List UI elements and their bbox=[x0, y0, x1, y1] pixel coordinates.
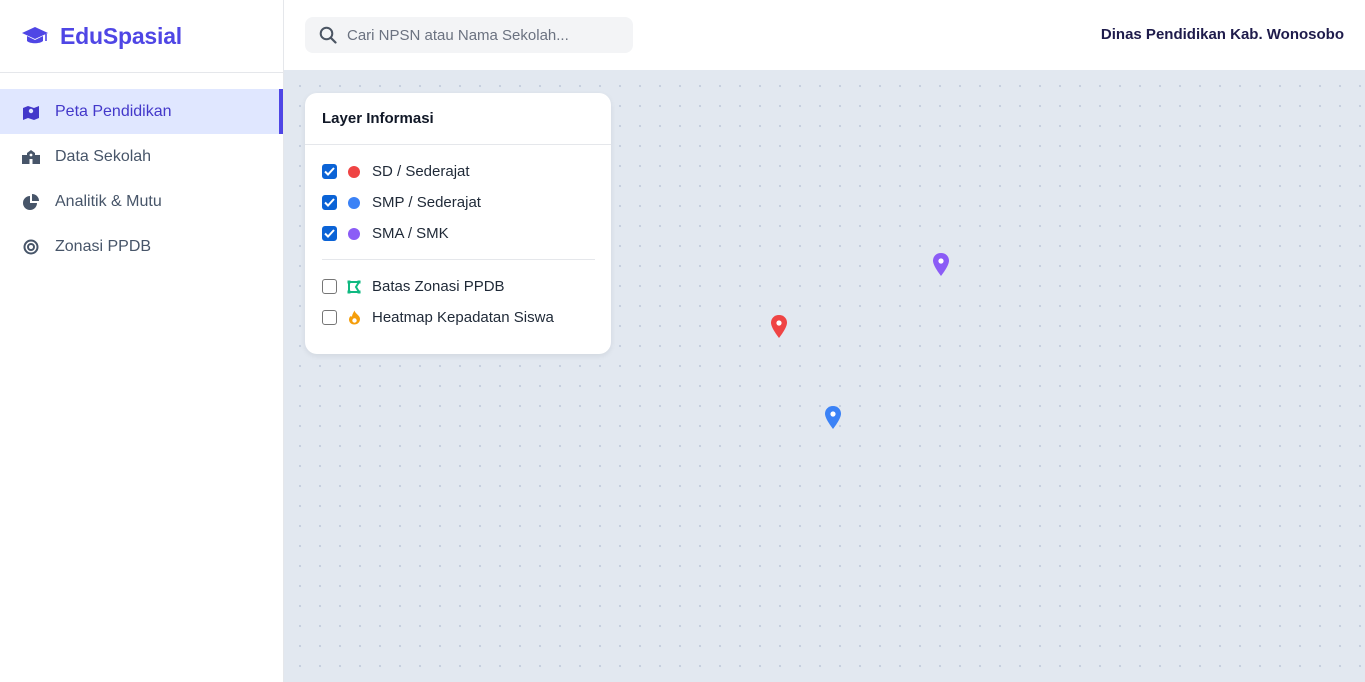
sidebar-item-analitik-mutu[interactable]: Analitik & Mutu bbox=[0, 179, 283, 224]
layer-checkbox-sma-smk[interactable] bbox=[322, 226, 337, 241]
search-box[interactable] bbox=[305, 17, 633, 53]
layer-checkbox-sd[interactable] bbox=[322, 164, 337, 179]
layer-checkbox-batas-zonasi[interactable] bbox=[322, 279, 337, 294]
layer-label: SMP / Sederajat bbox=[372, 194, 481, 211]
sidebar-item-label: Analitik & Mutu bbox=[55, 192, 162, 210]
top-bar: Dinas Pendidikan Kab. Wonosobo bbox=[284, 0, 1365, 70]
fire-icon bbox=[347, 310, 361, 325]
sidebar-item-peta-pendidikan[interactable]: Peta Pendidikan bbox=[0, 89, 283, 134]
organization-name: Dinas Pendidikan Kab. Wonosobo bbox=[1100, 26, 1344, 43]
layer-label: Batas Zonasi PPDB bbox=[372, 278, 505, 295]
layer-item-sd[interactable]: SD / Sederajat bbox=[322, 156, 611, 187]
map-icon bbox=[21, 102, 41, 122]
school-layer-list: SD / Sederajat SMP / Sederajat SMA / SMK… bbox=[305, 145, 611, 333]
map-marker-sma-smk[interactable] bbox=[932, 253, 950, 277]
layer-item-batas-zonasi[interactable]: Batas Zonasi PPDB bbox=[322, 271, 611, 302]
layer-label: SMA / SMK bbox=[372, 225, 449, 242]
graduation-cap-icon bbox=[21, 25, 51, 47]
search-icon bbox=[319, 26, 337, 44]
layer-item-smp[interactable]: SMP / Sederajat bbox=[322, 187, 611, 218]
layer-checkbox-heatmap[interactable] bbox=[322, 310, 337, 325]
map-marker-sd[interactable] bbox=[770, 315, 788, 339]
layer-label: SD / Sederajat bbox=[372, 163, 470, 180]
sidebar-item-label: Peta Pendidikan bbox=[55, 102, 172, 120]
sidebar-item-zonasi-ppdb[interactable]: Zonasi PPDB bbox=[0, 224, 283, 269]
target-icon bbox=[21, 237, 41, 257]
sidebar-nav: Peta Pendidikan Data Sekolah Analitik & … bbox=[0, 89, 283, 269]
smp-color-dot bbox=[348, 196, 360, 209]
brand[interactable]: EduSpasial bbox=[0, 0, 283, 73]
layer-panel: Layer Informasi SD / Sederajat SMP / Sed… bbox=[305, 93, 611, 354]
layer-item-heatmap[interactable]: Heatmap Kepadatan Siswa bbox=[322, 302, 611, 333]
app-name: EduSpasial bbox=[60, 22, 182, 49]
layer-checkbox-smp[interactable] bbox=[322, 195, 337, 210]
sd-color-dot bbox=[348, 165, 360, 178]
sidebar-item-label: Zonasi PPDB bbox=[55, 237, 152, 255]
sidebar: EduSpasial Peta Pendidikan Data Sekolah … bbox=[0, 0, 284, 682]
layer-panel-title: Layer Informasi bbox=[305, 93, 611, 145]
sidebar-item-label: Data Sekolah bbox=[55, 147, 152, 165]
sidebar-item-data-sekolah[interactable]: Data Sekolah bbox=[0, 134, 283, 179]
school-icon bbox=[21, 147, 41, 167]
layer-item-sma-smk[interactable]: SMA / SMK bbox=[322, 218, 611, 249]
sma-smk-color-dot bbox=[348, 227, 360, 240]
map-marker-smp[interactable] bbox=[824, 406, 842, 430]
draw-polygon-icon bbox=[347, 280, 361, 294]
pie-chart-icon bbox=[21, 192, 41, 212]
search-input[interactable] bbox=[347, 26, 617, 44]
layer-label: Heatmap Kepadatan Siswa bbox=[372, 309, 554, 326]
layer-divider bbox=[322, 259, 595, 260]
